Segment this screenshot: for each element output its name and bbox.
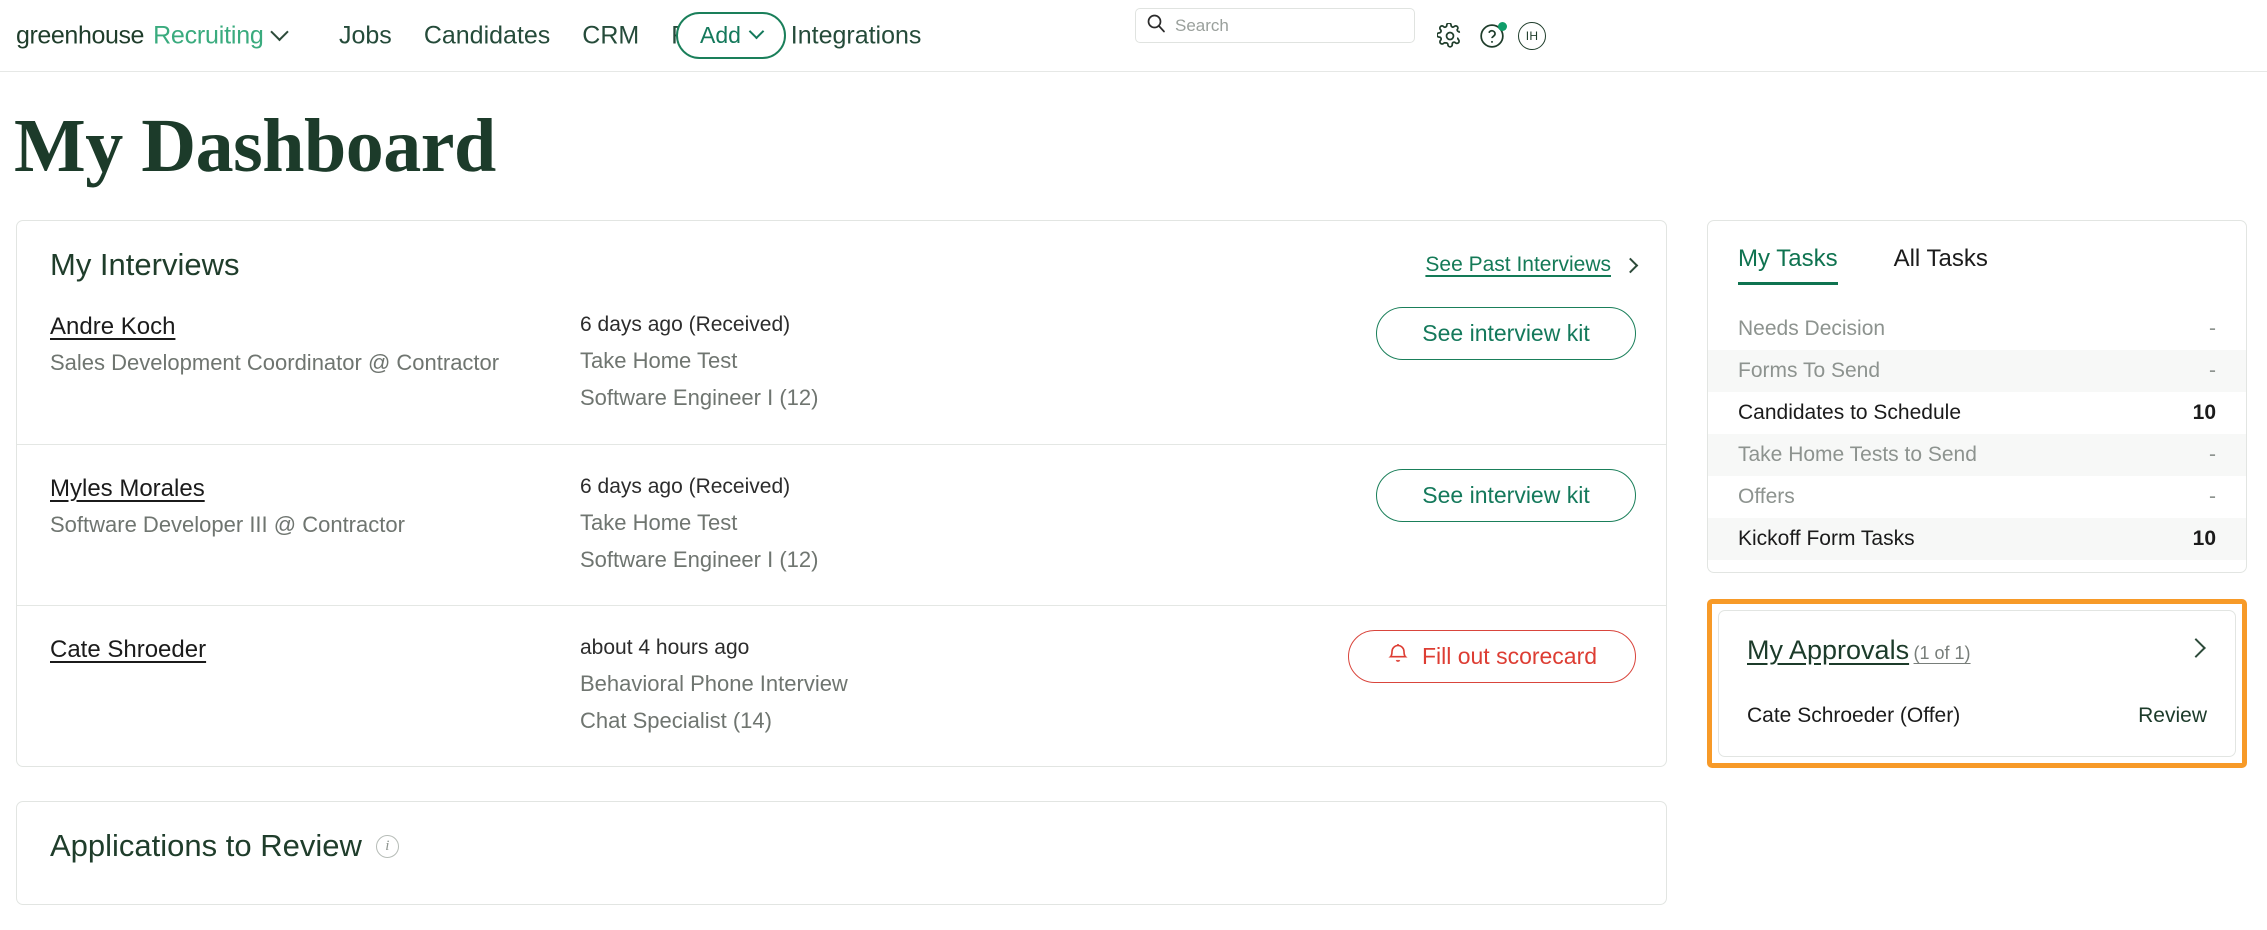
interview-candidate-block: Andre Koch Sales Development Coordinator… (50, 305, 580, 376)
task-value: - (2209, 443, 2216, 466)
chevron-down-icon (748, 23, 765, 40)
search-input[interactable] (1175, 15, 1395, 36)
left-column: My Interviews See Past Interviews Andre … (16, 220, 1667, 905)
my-approvals-title: My Approvals (1747, 635, 1910, 665)
interview-job: Software Engineer I (12) (580, 547, 819, 572)
my-approvals-card: My Approvals (1 of 1) Cate Schroeder (Of… (1718, 610, 2236, 757)
task-row[interactable]: Forms To Send - (1708, 350, 2246, 392)
interview-candidate-block: Cate Shroeder (50, 628, 580, 673)
interview-candidate-block: Myles Morales Software Developer III @ C… (50, 467, 580, 538)
task-label: Offers (1738, 485, 1795, 508)
approval-review-link[interactable]: Review (2138, 704, 2207, 728)
interview-stage: Behavioral Phone Interview (580, 671, 848, 696)
candidate-role: Sales Development Coordinator @ Contract… (50, 350, 500, 375)
nav-item-integrations[interactable]: Integrations (791, 21, 922, 50)
task-value: - (2209, 359, 2216, 382)
page-title: My Dashboard (14, 104, 496, 188)
chevron-right-icon[interactable] (2186, 638, 2206, 658)
tab-my-tasks[interactable]: My Tasks (1738, 245, 1838, 285)
task-value: - (2209, 485, 2216, 508)
nav-item-crm[interactable]: CRM (582, 21, 639, 50)
fill-out-scorecard-label: Fill out scorecard (1421, 643, 1598, 669)
interview-action-block: See interview kit (1150, 305, 1636, 360)
notification-dot (1498, 21, 1507, 31)
interview-stage: Take Home Test (580, 510, 738, 535)
primary-nav: Jobs Candidates CRM Reports Integrations (339, 21, 921, 50)
task-value: - (2209, 317, 2216, 340)
interview-meta-block: about 4 hours ago Behavioral Phone Inter… (580, 628, 1150, 734)
avatar-initials: IH (1518, 21, 1546, 50)
candidate-role: Software Developer III @ Contractor (50, 512, 405, 537)
task-value: 10 (2192, 401, 2216, 424)
info-icon[interactable]: i (375, 834, 399, 858)
applications-to-review-title: Applications to Review (50, 828, 362, 863)
see-interview-kit-button[interactable]: See interview kit (1376, 469, 1636, 522)
brand-name-secondary: Recruiting (153, 21, 264, 49)
search-box[interactable] (1135, 8, 1415, 43)
candidate-name-link[interactable]: Cate Shroeder (50, 636, 206, 664)
right-column: My Tasks All Tasks Needs Decision - Form… (1707, 220, 2247, 768)
interview-time: about 4 hours ago (580, 636, 750, 659)
interview-action-block: Fill out scorecard (1150, 628, 1636, 683)
chevron-down-icon[interactable] (269, 22, 289, 41)
nav-item-jobs[interactable]: Jobs (339, 21, 392, 50)
task-row[interactable]: Candidates to Schedule 10 (1708, 392, 2246, 434)
approval-name: Cate Schroeder (Offer) (1747, 704, 1961, 727)
my-approvals-highlight: My Approvals (1 of 1) Cate Schroeder (Of… (1707, 599, 2247, 768)
task-row[interactable]: Kickoff Form Tasks 10 (1708, 518, 2246, 560)
search-icon (1146, 13, 1166, 38)
my-interviews-header: My Interviews See Past Interviews (17, 221, 1666, 283)
interview-time: 6 days ago (Received) (580, 475, 791, 498)
see-past-interviews-link[interactable]: See Past Interviews (1425, 253, 1639, 277)
task-label: Needs Decision (1738, 317, 1886, 340)
interview-row: Andre Koch Sales Development Coordinator… (17, 283, 1666, 444)
avatar[interactable]: IH (1518, 21, 1546, 50)
interview-meta-block: 6 days ago (Received) Take Home Test Sof… (580, 305, 1150, 411)
candidate-name-link[interactable]: Andre Koch (50, 313, 175, 341)
task-row[interactable]: Needs Decision - (1708, 308, 2246, 350)
approval-row: Cate Schroeder (Offer) Review (1747, 704, 2207, 728)
interview-time: 6 days ago (Received) (580, 313, 791, 336)
tasks-card: My Tasks All Tasks Needs Decision - Form… (1707, 220, 2247, 573)
help-icon[interactable] (1479, 21, 1507, 49)
task-label: Kickoff Form Tasks (1738, 527, 1915, 550)
my-approvals-title-group[interactable]: My Approvals (1 of 1) (1747, 635, 1971, 666)
chevron-right-icon (1622, 257, 1639, 273)
interview-stage: Take Home Test (580, 348, 738, 373)
brand-logo[interactable]: greenhouse Recruiting (16, 21, 289, 50)
add-button[interactable]: Add (676, 12, 786, 59)
applications-to-review-card: Applications to Review i (16, 801, 1667, 905)
interview-job: Software Engineer I (12) (580, 385, 819, 410)
applications-to-review-header: Applications to Review i (50, 828, 1633, 864)
fill-out-scorecard-button[interactable]: Fill out scorecard (1348, 630, 1636, 683)
candidate-name-link[interactable]: Myles Morales (50, 475, 205, 503)
task-row[interactable]: Take Home Tests to Send - (1708, 434, 2246, 476)
my-approvals-count: (1 of 1) (1913, 643, 1971, 663)
tab-all-tasks[interactable]: All Tasks (1894, 245, 1988, 285)
interview-row: Cate Shroeder about 4 hours ago Behavior… (17, 605, 1666, 766)
brand-name-primary: greenhouse (16, 21, 145, 49)
add-button-label: Add (700, 22, 741, 48)
interview-meta-block: 6 days ago (Received) Take Home Test Sof… (580, 467, 1150, 573)
see-past-interviews-label: See Past Interviews (1425, 253, 1611, 276)
task-list: Needs Decision - Forms To Send - Candida… (1708, 308, 2246, 560)
task-row[interactable]: Offers - (1708, 476, 2246, 518)
see-interview-kit-button[interactable]: See interview kit (1376, 307, 1636, 360)
task-value: 10 (2192, 527, 2216, 550)
interview-row: Myles Morales Software Developer III @ C… (17, 444, 1666, 605)
dashboard-content: My Interviews See Past Interviews Andre … (0, 220, 2267, 905)
task-label: Forms To Send (1738, 359, 1881, 382)
tasks-tabs: My Tasks All Tasks (1708, 221, 2246, 285)
my-interviews-card: My Interviews See Past Interviews Andre … (16, 220, 1667, 767)
task-label: Take Home Tests to Send (1738, 443, 1977, 466)
interview-job: Chat Specialist (14) (580, 708, 772, 733)
task-label: Candidates to Schedule (1738, 401, 1961, 424)
gear-icon[interactable] (1437, 22, 1463, 49)
my-interviews-title: My Interviews (50, 247, 240, 282)
interview-action-block: See interview kit (1150, 467, 1636, 522)
top-navigation-bar: greenhouse Recruiting Jobs Candidates CR… (0, 0, 2267, 72)
bell-icon (1387, 642, 1409, 671)
nav-item-candidates[interactable]: Candidates (424, 21, 550, 50)
my-approvals-header: My Approvals (1 of 1) (1747, 635, 2207, 666)
